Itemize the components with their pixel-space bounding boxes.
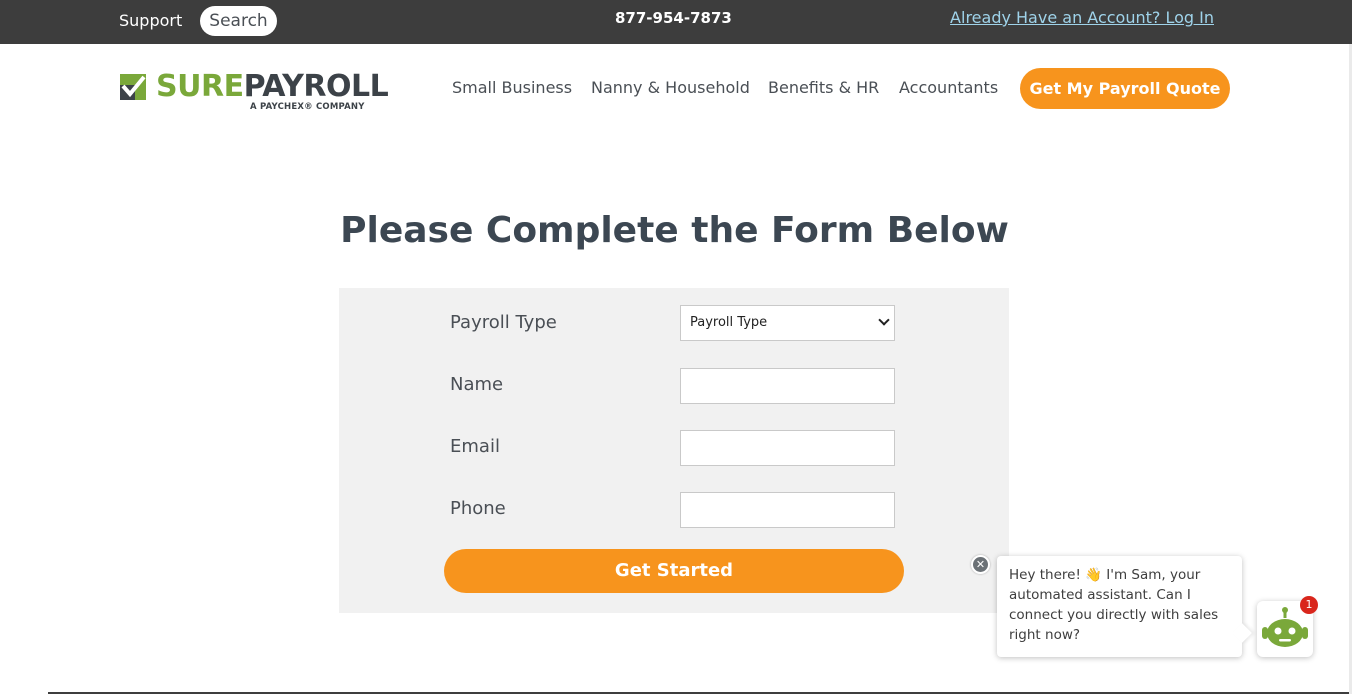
chat-message-bubble[interactable]: Hey there! 👋 I'm Sam, your automated ass… bbox=[997, 556, 1242, 657]
chevron-down-icon bbox=[878, 314, 890, 326]
notification-badge: 1 bbox=[1300, 596, 1318, 614]
logo-payroll-text: PAYROLL bbox=[243, 69, 389, 104]
phone-number[interactable]: 877-954-7873 bbox=[615, 9, 732, 27]
name-label: Name bbox=[450, 374, 504, 395]
payroll-type-select[interactable]: Payroll Type bbox=[680, 305, 895, 341]
surepayroll-logo[interactable]: SUREPAYROLL A PAYCHEX® COMPANY bbox=[120, 69, 405, 116]
nav-item-accountants[interactable]: Accountants bbox=[899, 78, 998, 97]
logo-tagline: A PAYCHEX® COMPANY bbox=[250, 102, 365, 112]
chat-message-text: Hey there! 👋 I'm Sam, your automated ass… bbox=[1009, 567, 1219, 643]
nav-item-benefits-hr[interactable]: Benefits & HR bbox=[768, 78, 879, 97]
get-payroll-quote-button[interactable]: Get My Payroll Quote bbox=[1020, 68, 1230, 109]
close-icon[interactable]: ✕ bbox=[971, 555, 990, 574]
phone-field[interactable] bbox=[680, 492, 895, 528]
top-utility-bar: Support Search 877-954-7873 Already Have… bbox=[0, 0, 1352, 44]
email-field[interactable] bbox=[680, 430, 895, 466]
signup-form: Payroll Type Payroll Type Name Email Pho… bbox=[339, 288, 1009, 613]
payroll-type-selected-value: Payroll Type bbox=[690, 315, 768, 330]
logo-wordmark: SUREPAYROLL bbox=[156, 69, 389, 104]
name-field[interactable] bbox=[680, 368, 895, 404]
nav-item-nanny-household[interactable]: Nanny & Household bbox=[591, 78, 750, 97]
search-button[interactable]: Search bbox=[200, 6, 277, 36]
checkmark-logo-icon bbox=[120, 74, 146, 100]
logo-sure-text: SURE bbox=[156, 69, 244, 104]
login-link[interactable]: Already Have an Account? Log In bbox=[950, 8, 1214, 27]
get-started-button[interactable]: Get Started bbox=[444, 549, 904, 593]
support-link[interactable]: Support bbox=[119, 11, 182, 30]
phone-label: Phone bbox=[450, 498, 506, 519]
email-label: Email bbox=[450, 436, 500, 457]
nav-item-small-business[interactable]: Small Business bbox=[452, 78, 572, 97]
payroll-type-label: Payroll Type bbox=[450, 312, 557, 333]
page-title: Please Complete the Form Below bbox=[340, 210, 1009, 251]
